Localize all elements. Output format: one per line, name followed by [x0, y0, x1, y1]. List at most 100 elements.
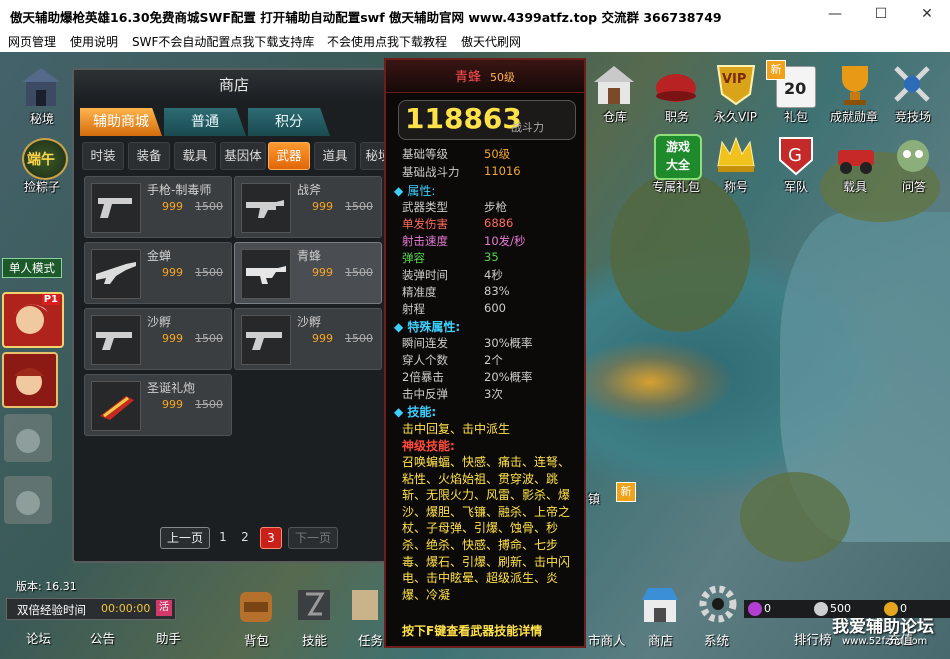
attr-section-title: ◆ 属性: — [394, 184, 436, 198]
shop-item[interactable]: 沙孵 999 1500 — [84, 308, 232, 370]
quiz-icon[interactable] — [892, 134, 934, 176]
shop-icon[interactable] — [638, 584, 682, 624]
stat-reload: 装弹时间 4秒 — [402, 268, 503, 282]
secret-realm-icon[interactable] — [18, 66, 64, 110]
pistol-icon — [91, 183, 141, 233]
game-gift-text: 游戏大全 — [665, 140, 690, 172]
system-gear-icon[interactable] — [696, 584, 740, 624]
forum-button[interactable]: 论坛 — [26, 628, 51, 647]
shop-item-name: 青蜂 — [297, 249, 322, 263]
shop-item-name: 圣诞礼炮 — [147, 381, 196, 395]
task-label: 任务 — [358, 633, 384, 648]
next-page-button[interactable]: 下一页 — [288, 527, 338, 549]
menu-download-tutorial[interactable]: 不会使用点我下载教程 — [327, 33, 447, 50]
merchant-label: 市商人 — [588, 633, 626, 648]
calendar-day: 20 — [784, 79, 807, 98]
sniper-icon — [91, 249, 141, 299]
shop-item-price: 999 — [312, 266, 333, 279]
subtab-equipment[interactable]: 装备 — [128, 142, 170, 170]
title-label: 称号 — [724, 180, 749, 194]
currency-bar: 0 500 0 — [744, 600, 950, 618]
ranking-button[interactable]: 排行榜 — [794, 629, 832, 648]
christmas-cannon-icon — [91, 381, 141, 431]
menu-proxy-site[interactable]: 傲天代刷网 — [461, 33, 521, 50]
page-2[interactable]: 2 — [238, 527, 252, 547]
skill-icon[interactable] — [292, 584, 336, 624]
locked-avatar-1[interactable] — [4, 414, 52, 462]
shop-item[interactable]: 沙孵 999 1500 — [234, 308, 382, 370]
subtab-gene[interactable]: 基因体 — [220, 142, 266, 170]
shop-label: 商店 — [648, 633, 674, 648]
task-icon[interactable] — [348, 584, 380, 624]
god-skill-list: 召唤蝙蝠、快感、痛击、连弩、粘性、火焰始祖、贯穿波、跳斩、无限火力、风雷、影杀、… — [402, 455, 571, 602]
shop-item-price: 999 — [312, 200, 333, 213]
currency1-value: 0 — [764, 602, 771, 615]
backpack-icon[interactable] — [234, 584, 278, 624]
special-pierce: 穿人个数 2个 — [402, 353, 503, 367]
tab-points[interactable]: 积分 — [248, 108, 330, 136]
player2-avatar[interactable] — [2, 352, 58, 408]
helper-button[interactable]: 助手 — [156, 628, 181, 647]
shop-item-name: 沙孵 — [297, 315, 322, 329]
p1-badge: P1 — [41, 294, 60, 305]
prev-page-button[interactable]: 上一页 — [160, 527, 210, 549]
menu-instructions[interactable]: 使用说明 — [70, 33, 118, 50]
shop-item[interactable]: 金蝉 999 1500 — [84, 242, 232, 304]
shop-item-name: 沙孵 — [147, 315, 172, 329]
close-button[interactable]: ✕ — [904, 0, 950, 30]
player1-avatar[interactable]: P1 — [2, 292, 64, 348]
gift-label: 礼包 — [784, 110, 809, 124]
window-title: 傲天辅助爆枪英雄16.30免费商城SWF配置 打开辅助自动配置swf 傲天辅助官… — [10, 10, 722, 25]
zongzi-icon[interactable]: 端午 — [22, 138, 68, 180]
map-town-label[interactable]: 镇 — [588, 490, 600, 507]
maximize-button[interactable]: ☐ — [858, 0, 904, 30]
tab-helper-mall[interactable]: 辅助商城 — [80, 108, 162, 136]
shop-panel: 商店 辅助商城 普通 积分 时装 装备 载具 基因体 武器 道具 秘境 手枪-制… — [72, 68, 396, 563]
army-icon[interactable]: G — [776, 134, 816, 176]
shop-item-name: 手枪-制毒师 — [147, 183, 212, 197]
shop-item[interactable]: 战斧 999 1500 — [234, 176, 382, 238]
stat-base-level: 基础等级 50级 — [402, 147, 511, 161]
job-icon[interactable] — [654, 66, 698, 106]
subtab-weapon[interactable]: 武器 — [268, 142, 310, 170]
page-1[interactable]: 1 — [216, 527, 230, 547]
shop-item-price: 999 — [162, 200, 183, 213]
weapon-tooltip: 青蜂 50级 118863 战斗力 基础等级 50级 基础战斗力 11016 ◆ 属… — [384, 58, 586, 648]
recharge-button[interactable]: 充值 — [888, 629, 913, 648]
tooltip-weapon-name: 青蜂 — [454, 70, 481, 85]
shop-item-name: 金蝉 — [147, 249, 172, 263]
minimize-button[interactable]: — — [812, 0, 858, 30]
double-exp-label: 双倍经验时间 — [17, 603, 86, 617]
subtab-items[interactable]: 道具 — [314, 142, 356, 170]
shop-item[interactable]: 手枪-制毒师 999 1500 — [84, 176, 232, 238]
shotgun-icon — [241, 315, 291, 365]
shop-item[interactable]: 圣诞礼炮 999 1500 — [84, 374, 232, 436]
subtab-vehicle[interactable]: 载具 — [174, 142, 216, 170]
menu-web-manage[interactable]: 网页管理 — [8, 33, 56, 50]
subtab-fashion[interactable]: 时装 — [82, 142, 124, 170]
zongzi-badge: 端午 — [27, 152, 55, 168]
tooltip-level-tag: 50级 — [490, 71, 516, 84]
arena-icon[interactable] — [890, 62, 934, 106]
tab-normal[interactable]: 普通 — [164, 108, 246, 136]
shop-item[interactable]: 青蜂 999 1500 — [234, 242, 382, 304]
tooltip-footer-hint: 按下F键查看武器技能详情 — [402, 624, 543, 638]
vip-icon[interactable]: VIP — [714, 60, 758, 106]
locked-avatar-2[interactable] — [4, 476, 52, 524]
announce-button[interactable]: 公告 — [90, 628, 115, 647]
backpack-label: 背包 — [244, 633, 270, 648]
warehouse-icon[interactable] — [592, 64, 636, 106]
stat-weapon-type: 武器类型 步枪 — [402, 200, 507, 214]
shop-item-price: 999 — [162, 332, 183, 345]
shop-item-original-price: 1500 — [345, 266, 373, 279]
currency1-icon — [748, 602, 762, 616]
title-icon[interactable] — [714, 132, 758, 176]
single-mode-button[interactable]: 单人模式 — [2, 258, 62, 278]
achievement-icon[interactable] — [834, 62, 876, 106]
menu-bar: 网页管理 使用说明 SWF不会自动配置点我下载支持库 不会使用点我下载教程 傲天… — [0, 30, 950, 53]
menu-download-lib[interactable]: SWF不会自动配置点我下载支持库 — [132, 33, 314, 50]
page-3-current[interactable]: 3 — [260, 527, 282, 549]
vehicle-icon[interactable] — [834, 136, 878, 176]
activity-button[interactable]: 活 — [156, 600, 172, 616]
game-gift-icon[interactable]: 游戏大全 — [654, 134, 702, 180]
